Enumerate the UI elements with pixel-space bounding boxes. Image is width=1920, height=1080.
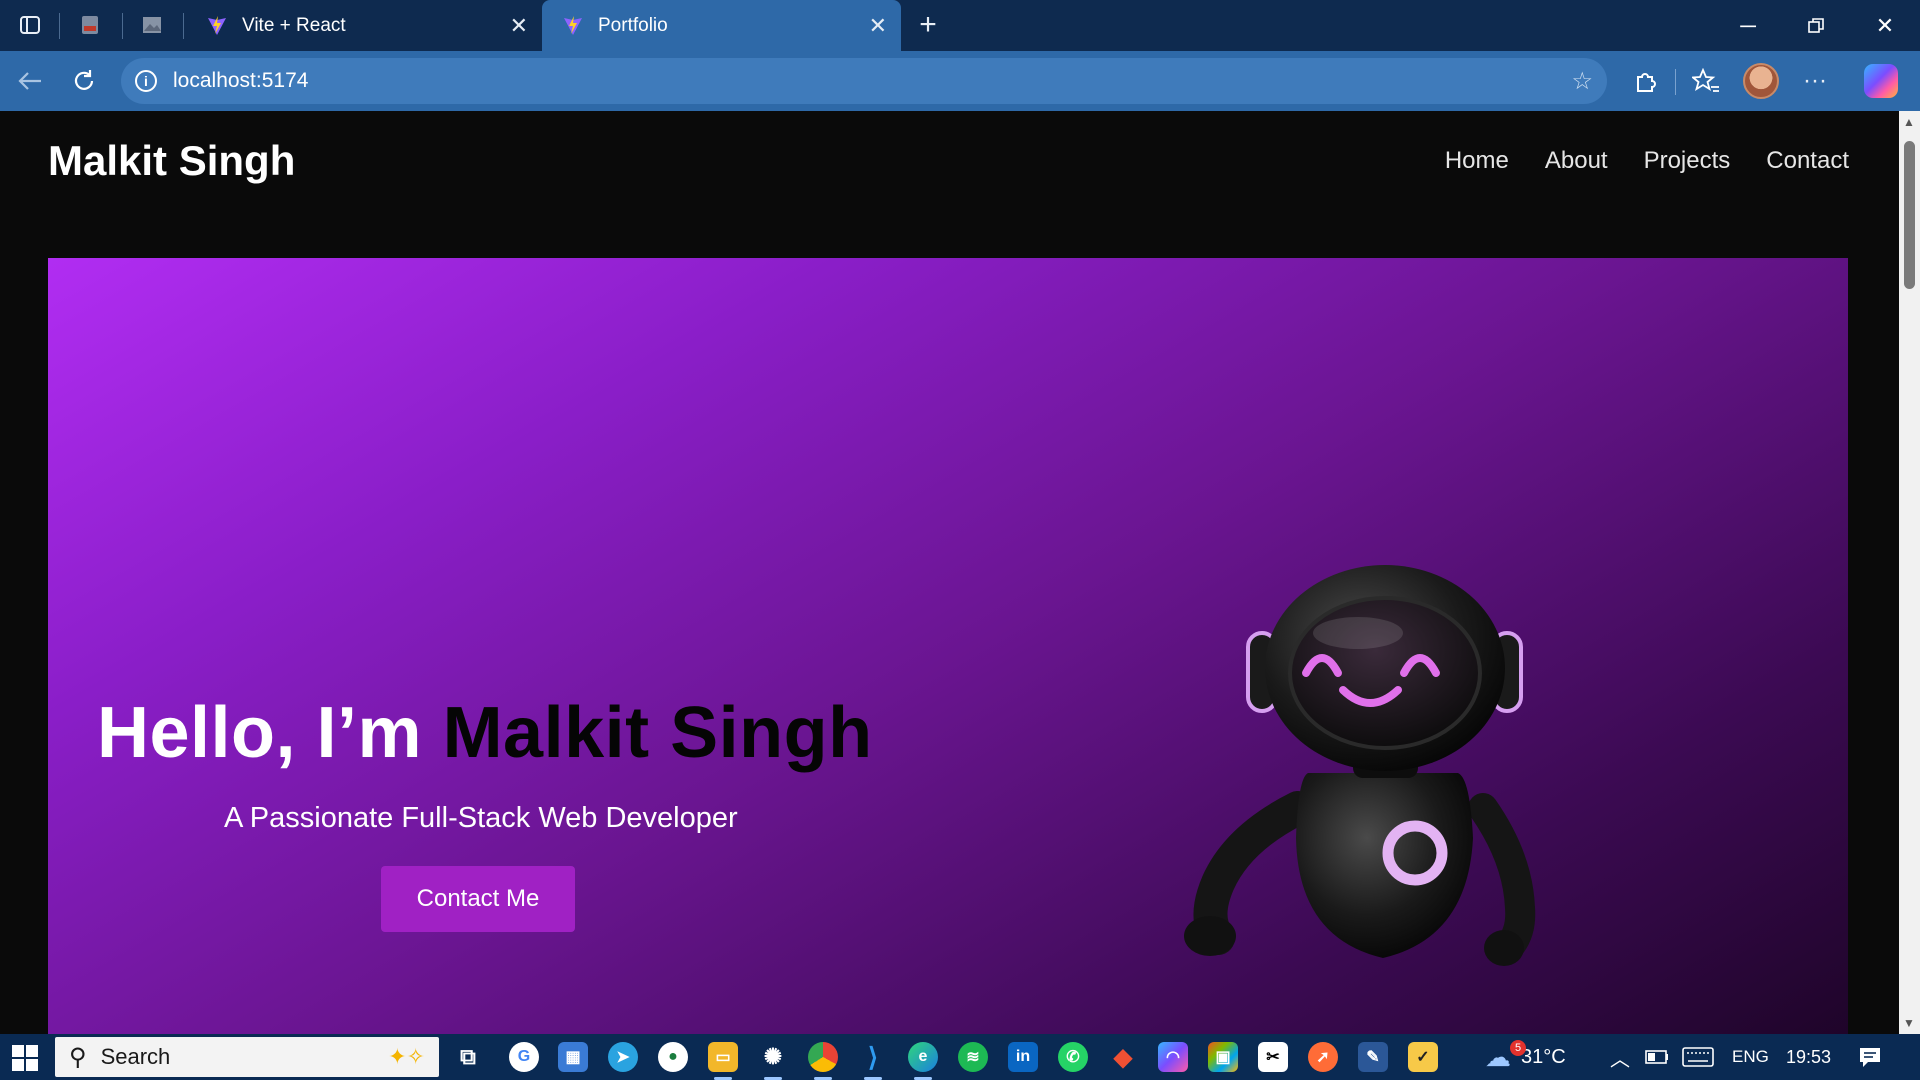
microsoft-store-icon[interactable]: ▦ bbox=[558, 1042, 588, 1072]
more-options-icon[interactable]: ··· bbox=[1795, 63, 1835, 99]
show-hidden-icons[interactable]: ︿ bbox=[1610, 1034, 1630, 1080]
file-explorer-icon[interactable]: ▭ bbox=[708, 1042, 738, 1080]
capcut-icon[interactable]: ✂ bbox=[1258, 1042, 1288, 1072]
chatgpt-icon[interactable]: ✺ bbox=[758, 1042, 788, 1080]
browser-tab-strip: Vite + React ✕ Portfolio ✕ + ─ ✕ bbox=[0, 0, 1920, 51]
profile-avatar[interactable] bbox=[1743, 63, 1779, 99]
edge-icon[interactable]: e bbox=[908, 1042, 938, 1080]
postman-icon[interactable]: ➚ bbox=[1308, 1042, 1338, 1072]
close-icon[interactable]: ✕ bbox=[510, 13, 528, 39]
main-nav: Home About Projects Contact bbox=[1445, 147, 1849, 175]
copilot-icon[interactable] bbox=[1864, 64, 1898, 98]
favorite-star-icon[interactable]: ☆ bbox=[1571, 67, 1593, 96]
chevron-up-icon[interactable]: ︿ bbox=[1610, 1043, 1630, 1072]
input-language[interactable]: ENG bbox=[1732, 1034, 1769, 1080]
robot-illustration bbox=[1184, 565, 1536, 966]
restore-icon[interactable] bbox=[1782, 0, 1850, 51]
taskbar-search[interactable]: ⚲ Search ✦✧ bbox=[55, 1037, 439, 1077]
windows-taskbar: ⚲ Search ✦✧ ⧉ G ▦ ➤ ● ▭ ✺ ⟩ e ≋ in ✆ ◆ ◠… bbox=[0, 1034, 1920, 1080]
close-icon[interactable]: ✕ bbox=[869, 13, 887, 39]
sticky-notes-icon[interactable]: ✓ bbox=[1408, 1042, 1438, 1072]
hero-name: Malkit Singh bbox=[442, 693, 873, 773]
tab-actions-icon[interactable] bbox=[13, 9, 47, 41]
system-clock[interactable]: 19:53 bbox=[1786, 1034, 1831, 1080]
contact-me-button[interactable]: Contact Me bbox=[381, 866, 575, 932]
whatsapp-icon[interactable]: ✆ bbox=[1058, 1042, 1088, 1072]
search-icon: ⚲ bbox=[69, 1043, 87, 1071]
tab-vite-react[interactable]: Vite + React ✕ bbox=[186, 0, 542, 51]
touch-keyboard-icon[interactable] bbox=[1682, 1034, 1714, 1080]
scrollbar-thumb[interactable] bbox=[1904, 141, 1915, 289]
hero-title: Hello, I’m Malkit Singh bbox=[97, 692, 873, 774]
back-arrow-icon[interactable] bbox=[10, 63, 50, 99]
microsoft-365-icon[interactable]: ▣ bbox=[1208, 1042, 1238, 1072]
mongodb-compass-icon[interactable]: ● bbox=[658, 1042, 688, 1072]
vite-icon bbox=[208, 15, 226, 35]
nav-home[interactable]: Home bbox=[1445, 147, 1509, 175]
sparkle-icon: ✦✧ bbox=[388, 1044, 425, 1069]
site-info-icon[interactable]: i bbox=[135, 70, 157, 92]
spotify-icon[interactable]: ≋ bbox=[958, 1042, 988, 1072]
battery-icon[interactable] bbox=[1645, 1034, 1669, 1080]
reload-icon[interactable] bbox=[64, 63, 104, 99]
task-view-icon[interactable]: ⧉ bbox=[453, 1042, 483, 1072]
tab-separator bbox=[183, 13, 184, 39]
scroll-down-icon[interactable]: ▼ bbox=[1903, 1016, 1915, 1030]
pinned-tab-pdf-icon[interactable] bbox=[73, 9, 107, 41]
new-tab-icon[interactable]: + bbox=[911, 8, 945, 41]
vscode-icon[interactable]: ⟩ bbox=[858, 1042, 888, 1080]
page-viewport: Malkit Singh Home About Projects Contact… bbox=[0, 111, 1899, 1034]
weather-icon: ☁ bbox=[1485, 1041, 1511, 1072]
toolbar-separator bbox=[1675, 69, 1676, 95]
vite-icon bbox=[564, 15, 582, 35]
extensions-icon[interactable] bbox=[1626, 63, 1666, 99]
copilot-app-icon[interactable]: ◠ bbox=[1158, 1042, 1188, 1072]
window-close-icon[interactable]: ✕ bbox=[1851, 0, 1919, 51]
linkedin-icon[interactable]: in bbox=[1008, 1042, 1038, 1072]
tab-portfolio[interactable]: Portfolio ✕ bbox=[542, 0, 901, 51]
browser-toolbar: i localhost:5174 ☆ ··· bbox=[0, 51, 1920, 111]
telegram-icon[interactable]: ➤ bbox=[608, 1042, 638, 1072]
hero-greeting: Hello, I’m bbox=[97, 693, 423, 773]
site-header: Malkit Singh Home About Projects Contact bbox=[0, 111, 1899, 251]
scroll-up-icon[interactable]: ▲ bbox=[1903, 115, 1915, 129]
hero-subtitle: A Passionate Full-Stack Web Developer bbox=[224, 802, 738, 834]
weather-widget[interactable]: ☁ 31°C bbox=[1485, 1034, 1566, 1080]
chrome-icon[interactable] bbox=[808, 1042, 838, 1080]
taskbar-search-label: Search bbox=[100, 1044, 171, 1069]
address-url[interactable]: localhost:5174 bbox=[173, 69, 308, 93]
nav-about[interactable]: About bbox=[1545, 147, 1608, 175]
notifications-icon[interactable] bbox=[1858, 1034, 1882, 1080]
git-icon[interactable]: ◆ bbox=[1108, 1042, 1138, 1072]
snipping-tool-icon[interactable]: ✎ bbox=[1358, 1042, 1388, 1072]
hero-section: Hello, I’m Malkit Singh A Passionate Ful… bbox=[48, 258, 1848, 1034]
weather-badge: 5 bbox=[1510, 1040, 1526, 1056]
windows-start-icon[interactable] bbox=[12, 1045, 38, 1071]
tab-title: Vite + React bbox=[242, 14, 346, 36]
google-icon[interactable]: G bbox=[509, 1042, 539, 1072]
tab-title: Portfolio bbox=[598, 14, 668, 36]
tab-separator bbox=[122, 13, 123, 39]
site-logo[interactable]: Malkit Singh bbox=[48, 137, 295, 185]
nav-projects[interactable]: Projects bbox=[1644, 147, 1731, 175]
page-scrollbar[interactable]: ▲ ▼ bbox=[1899, 111, 1920, 1034]
nav-contact[interactable]: Contact bbox=[1766, 147, 1849, 175]
temperature: 31°C bbox=[1521, 1045, 1566, 1068]
pinned-tab-image-icon[interactable] bbox=[135, 9, 169, 41]
address-bar[interactable]: i localhost:5174 ☆ bbox=[121, 58, 1607, 104]
favorites-icon[interactable] bbox=[1686, 63, 1726, 99]
minimize-icon[interactable]: ─ bbox=[1714, 0, 1782, 51]
tab-separator bbox=[59, 13, 60, 39]
